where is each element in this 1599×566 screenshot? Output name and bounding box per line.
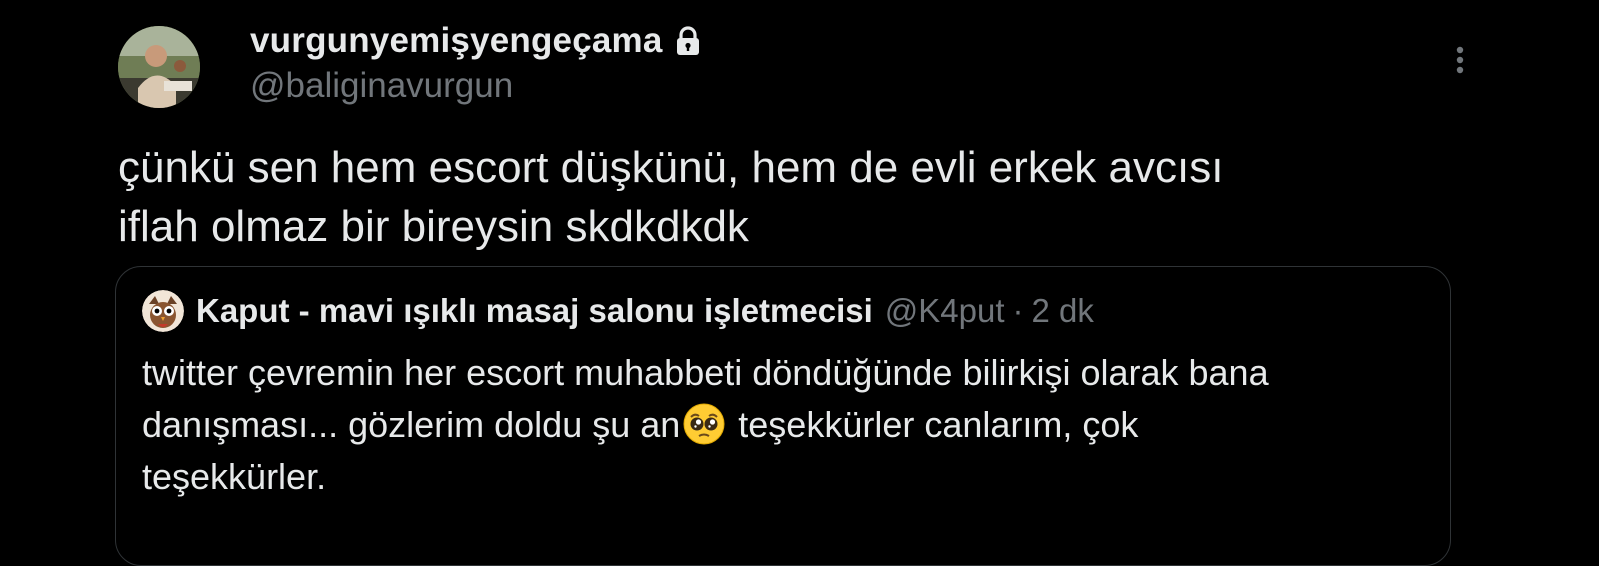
quoted-tweet-card[interactable]: Kaput - mavi ışıklı masaj salonu işletme… (115, 266, 1451, 566)
author-display-name[interactable]: vurgunyemişyengeçama (250, 21, 663, 61)
quoted-tweet-header: Kaput - mavi ışıklı masaj salonu işletme… (142, 289, 1094, 333)
quoted-text-line: twitter çevremin her escort muhabbeti dö… (142, 352, 1269, 393)
tweet-text-line: çünkü sen hem escort düşkünü, hem de evl… (118, 143, 1224, 192)
separator-dot: · (1012, 292, 1024, 329)
quoted-author-avatar[interactable] (142, 290, 184, 332)
more-options-icon[interactable] (1446, 40, 1474, 80)
quoted-text-line: teşekkürler. (142, 456, 327, 497)
quoted-text-line: danışması... gözlerim doldu şu an teşekk… (142, 399, 1432, 451)
lock-icon (675, 26, 701, 56)
author-name-row: vurgunyemişyengeçama (250, 18, 701, 64)
quoted-text-segment: teşekkürler canlarım, çok (728, 404, 1139, 445)
quoted-text-segment: danışması... gözlerim doldu şu an (142, 404, 681, 445)
quoted-tweet-text: twitter çevremin her escort muhabbeti dö… (142, 347, 1432, 503)
tweet: vurgunyemişyengeçama @baliginavurgun çün… (0, 0, 1599, 566)
author-handle[interactable]: @baliginavurgun (250, 66, 513, 106)
tweet-text: çünkü sen hem escort düşkünü, hem de evl… (118, 138, 1498, 256)
author-avatar[interactable] (118, 26, 200, 108)
quoted-author-name[interactable]: Kaput - mavi ışıklı masaj salonu işletme… (196, 292, 873, 330)
quoted-author-handle[interactable]: @K4put (885, 292, 1005, 330)
quoted-tweet-timestamp[interactable]: 2 dk (1032, 292, 1094, 330)
tweet-text-line: iflah olmaz bir bireysin skdkdkdk (118, 202, 749, 251)
pleading-face-emoji (682, 402, 726, 446)
